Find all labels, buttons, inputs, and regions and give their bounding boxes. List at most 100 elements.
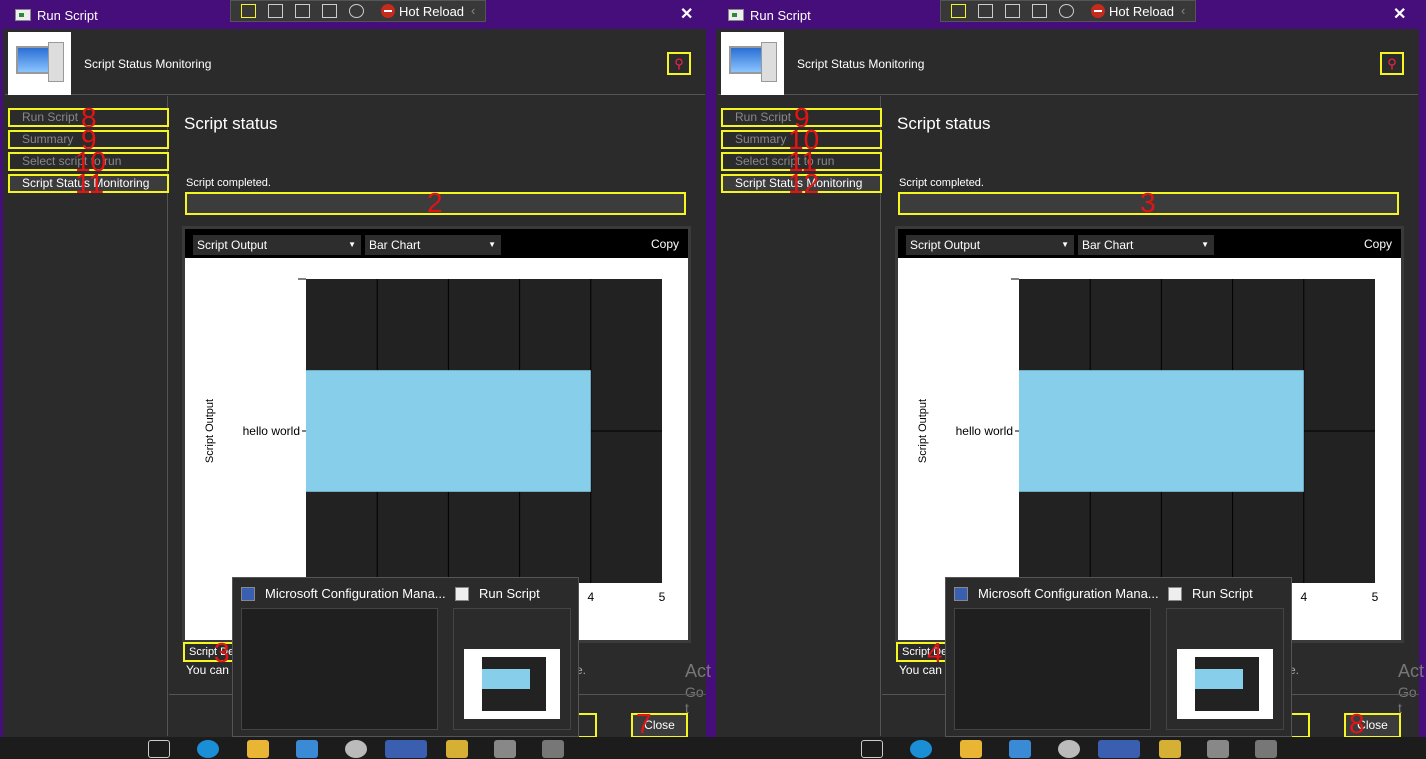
chart-type-value: Bar Chart xyxy=(1082,238,1134,252)
y-tick-label: hello world xyxy=(956,424,1013,438)
run-script-thumbnail[interactable] xyxy=(1166,608,1284,730)
page-header: Script Status Monitoring ⚲ xyxy=(5,29,705,95)
sidebar: Run Script Summary Select script to run … xyxy=(718,96,882,736)
edge-icon[interactable] xyxy=(910,740,932,758)
output-select-value: Script Output xyxy=(910,238,981,252)
info-text: You can a xyxy=(899,663,952,677)
annotation-marker: 12 xyxy=(788,168,820,199)
layout-adorner-icon[interactable] xyxy=(1005,4,1020,18)
computer-icon xyxy=(8,32,71,95)
settings-icon[interactable] xyxy=(345,740,367,758)
preview-title-run-script[interactable]: Run Script xyxy=(1192,586,1253,601)
app-icon xyxy=(15,9,31,21)
section-title: Script status xyxy=(184,114,278,133)
activation-watermark-sub: Go t xyxy=(1398,684,1417,716)
computer-icon xyxy=(721,32,784,95)
bar xyxy=(1019,370,1304,492)
collapse-chevron-icon[interactable]: ‹ xyxy=(1181,3,1185,18)
x-tick-label: 4 xyxy=(587,590,594,604)
close-icon[interactable]: ✕ xyxy=(1393,4,1406,24)
window-title: Run Script xyxy=(37,8,98,23)
config-manager-taskbar-icon[interactable] xyxy=(385,740,427,758)
config-manager-thumbnail[interactable] xyxy=(954,608,1151,730)
tools-icon[interactable] xyxy=(1207,740,1229,758)
output-select-value: Script Output xyxy=(197,238,268,252)
dev-toolbar: Hot Reload ‹ xyxy=(230,0,486,22)
preview-title-config-manager[interactable]: Microsoft Configuration Mana... xyxy=(978,586,1159,601)
preview-title-config-manager[interactable]: Microsoft Configuration Mana... xyxy=(265,586,446,601)
hot-reload-label[interactable]: Hot Reload xyxy=(1109,4,1174,19)
page-title: Script Status Monitoring xyxy=(797,57,925,71)
track-focus-icon[interactable] xyxy=(1032,4,1047,18)
chart-toolbar: Script Output ▼ Bar Chart ▼ Copy xyxy=(898,229,1401,258)
run-script-thumbnail[interactable] xyxy=(453,608,571,730)
powershell-icon[interactable] xyxy=(446,740,468,758)
x-tick-label: 4 xyxy=(1300,590,1307,604)
annotation-marker: 8 xyxy=(1349,708,1365,738)
hot-reload-icon[interactable] xyxy=(1091,4,1105,18)
y-axis-label: Script Output xyxy=(204,399,216,463)
output-select[interactable]: Script Output ▼ xyxy=(193,235,361,255)
annotation-marker: 11 xyxy=(75,168,105,199)
activation-watermark-sub: Go t xyxy=(685,684,704,716)
copy-button[interactable]: Copy xyxy=(1364,237,1392,251)
x-tick-label: 5 xyxy=(1372,590,1379,604)
binding-failures-icon[interactable] xyxy=(349,4,364,18)
config-manager-icon xyxy=(954,587,968,601)
taskbar-preview-popup: Microsoft Configuration Mana... Run Scri… xyxy=(945,577,1292,737)
preview-title-run-script[interactable]: Run Script xyxy=(479,586,540,601)
output-select[interactable]: Script Output ▼ xyxy=(906,235,1074,255)
taskbar xyxy=(0,737,1426,759)
tools-icon[interactable] xyxy=(494,740,516,758)
chevron-down-icon: ▼ xyxy=(348,240,356,249)
annotation-marker: 2 xyxy=(427,187,443,218)
dev-toolbar: Hot Reload ‹ xyxy=(940,0,1196,22)
track-focus-icon[interactable] xyxy=(322,4,337,18)
page-title: Script Status Monitoring xyxy=(84,57,212,71)
server-manager-icon[interactable] xyxy=(1009,740,1031,758)
chart-type-select[interactable]: Bar Chart ▼ xyxy=(1078,235,1214,255)
monitor-icon[interactable] xyxy=(542,740,564,758)
sidebar: Run Script Summary Select script to run … xyxy=(5,96,169,736)
task-view-icon[interactable] xyxy=(861,740,883,758)
edge-icon[interactable] xyxy=(197,740,219,758)
user-search-icon[interactable]: ⚲ xyxy=(667,52,691,75)
window-title: Run Script xyxy=(750,8,811,23)
chart-type-value: Bar Chart xyxy=(369,238,421,252)
task-view-icon[interactable] xyxy=(148,740,170,758)
config-manager-thumbnail[interactable] xyxy=(241,608,438,730)
pointer-icon[interactable] xyxy=(978,4,993,18)
hot-reload-icon[interactable] xyxy=(381,4,395,18)
close-icon[interactable]: ✕ xyxy=(680,4,693,24)
page-header: Script Status Monitoring ⚲ xyxy=(718,29,1418,95)
bar xyxy=(306,370,591,492)
hot-reload-label[interactable]: Hot Reload xyxy=(399,4,464,19)
activation-watermark: Act xyxy=(1398,661,1425,681)
binding-failures-icon[interactable] xyxy=(1059,4,1074,18)
pointer-icon[interactable] xyxy=(268,4,283,18)
copy-button[interactable]: Copy xyxy=(651,237,679,251)
user-search-icon[interactable]: ⚲ xyxy=(1380,52,1404,75)
taskbar-preview-popup: Microsoft Configuration Mana... Run Scri… xyxy=(232,577,579,737)
config-manager-taskbar-icon[interactable] xyxy=(1098,740,1140,758)
activation-watermark: Act xyxy=(685,661,712,681)
file-explorer-icon[interactable] xyxy=(960,740,982,758)
y-axis-label: Script Output xyxy=(917,399,929,463)
chart-type-select[interactable]: Bar Chart ▼ xyxy=(365,235,501,255)
server-manager-icon[interactable] xyxy=(296,740,318,758)
select-element-icon[interactable] xyxy=(241,4,256,18)
layout-adorner-icon[interactable] xyxy=(295,4,310,18)
y-tick-label: hello world xyxy=(243,424,300,438)
settings-icon[interactable] xyxy=(1058,740,1080,758)
powershell-icon[interactable] xyxy=(1159,740,1181,758)
status-text: Script completed. xyxy=(186,177,271,189)
run-script-icon xyxy=(455,587,469,601)
app-icon xyxy=(728,9,744,21)
collapse-chevron-icon[interactable]: ‹ xyxy=(471,3,475,18)
section-title: Script status xyxy=(897,114,991,133)
select-element-icon[interactable] xyxy=(951,4,966,18)
chevron-down-icon: ▼ xyxy=(1201,240,1209,249)
chevron-down-icon: ▼ xyxy=(1061,240,1069,249)
monitor-icon[interactable] xyxy=(1255,740,1277,758)
file-explorer-icon[interactable] xyxy=(247,740,269,758)
